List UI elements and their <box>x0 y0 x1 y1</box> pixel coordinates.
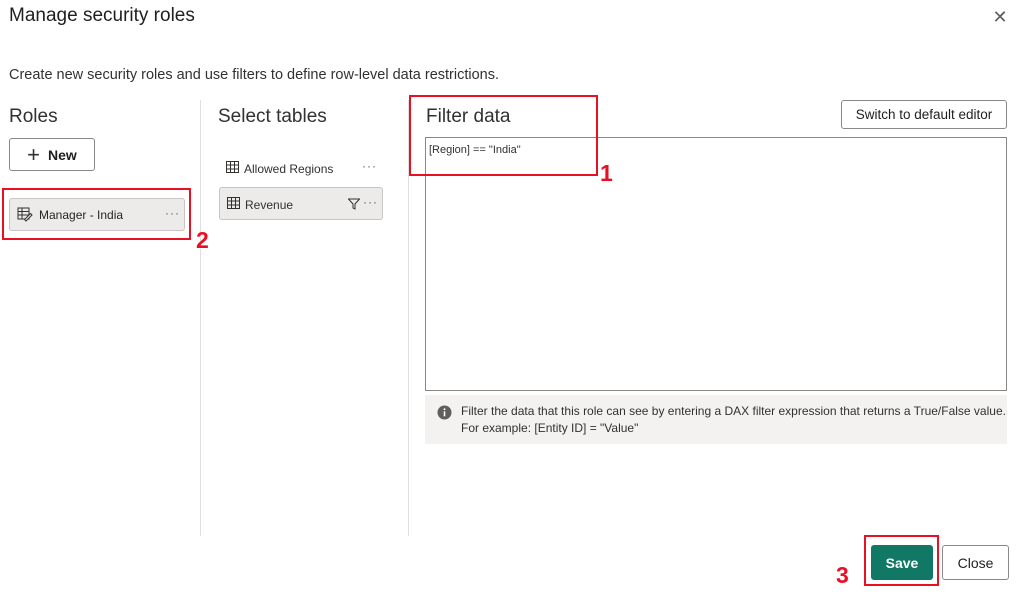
tables-heading: Select tables <box>218 106 327 127</box>
annotation-box-filter <box>409 95 598 176</box>
new-role-label: New <box>48 146 77 163</box>
table-more-icon[interactable]: ··· <box>362 159 377 173</box>
table-icon <box>226 161 240 177</box>
new-role-button[interactable]: + New <box>9 138 95 171</box>
annotation-number-2: 2 <box>196 227 209 253</box>
dialog-title: Manage security roles <box>9 5 195 26</box>
table-item-label: Allowed Regions <box>244 162 334 176</box>
annotation-box-role <box>2 188 191 240</box>
switch-editor-button[interactable]: Switch to default editor <box>841 100 1007 129</box>
annotation-number-3: 3 <box>836 562 849 588</box>
divider-roles <box>200 100 201 536</box>
annotation-box-save <box>864 535 939 586</box>
close-button[interactable]: Close <box>942 545 1009 580</box>
info-line-1: Filter the data that this role can see b… <box>461 404 1006 418</box>
table-item-revenue[interactable]: Revenue ··· <box>219 187 383 220</box>
plus-icon: + <box>27 141 41 167</box>
info-icon <box>437 405 452 425</box>
roles-heading: Roles <box>9 106 58 127</box>
table-more-icon[interactable]: ··· <box>363 195 378 209</box>
filter-icon <box>347 198 361 213</box>
table-item-allowed-regions[interactable]: Allowed Regions ··· <box>219 152 383 185</box>
table-item-label: Revenue <box>245 198 294 212</box>
close-icon[interactable]: ✕ <box>990 8 1010 28</box>
info-message: Filter the data that this role can see b… <box>425 395 1007 444</box>
table-icon <box>227 197 241 213</box>
info-line-2: For example: [Entity ID] = "Value" <box>461 421 639 435</box>
dialog-subtitle: Create new security roles and use filter… <box>9 67 499 83</box>
annotation-number-1: 1 <box>600 160 613 186</box>
